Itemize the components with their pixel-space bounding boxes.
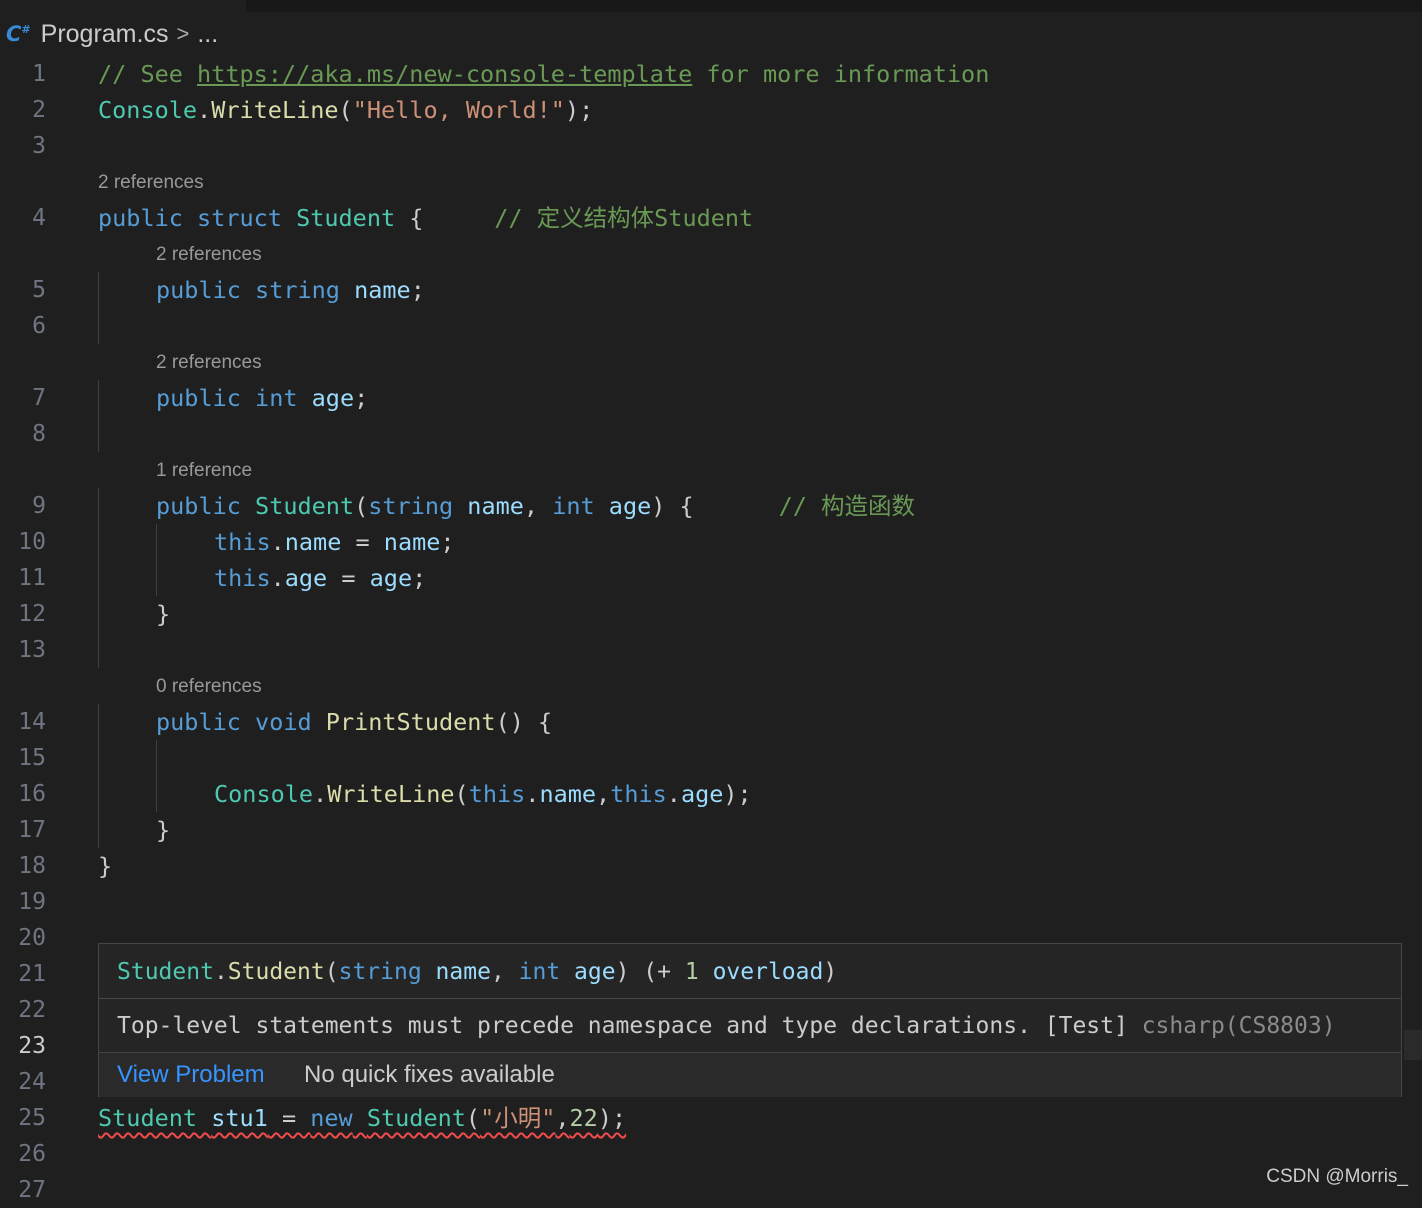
line-number: 26 <box>18 1141 46 1167</box>
comment: // 定义结构体Student <box>494 204 754 232</box>
line-number: 21 <box>18 961 46 987</box>
line-number: 15 <box>18 745 46 771</box>
code-line-25: Student stu1 = new Student("小明",22); <box>98 1100 626 1136</box>
code-line-16: Console.WriteLine(this.name,this.age); <box>214 780 752 808</box>
codelens-references[interactable]: 2 references <box>156 237 262 273</box>
token-type: Console <box>98 96 198 124</box>
code-line-11: this.age = age; <box>214 564 427 592</box>
line-number: 12 <box>18 601 46 627</box>
line-number: 10 <box>18 529 46 555</box>
indent-guide <box>98 380 99 452</box>
line-number: 7 <box>32 385 46 411</box>
code-line-4: public struct Student { // 定义结构体Student <box>98 204 754 232</box>
token-string: "Hello, World!" <box>352 96 565 124</box>
comment: // 构造函数 <box>778 492 916 520</box>
indent-guide <box>98 704 99 848</box>
line-number: 8 <box>32 421 46 447</box>
code-line-14: public void PrintStudent() { <box>156 708 553 736</box>
line-number: 27 <box>18 1177 46 1203</box>
line-number: 3 <box>32 133 46 159</box>
comment-link[interactable]: https://aka.ms/new-console-template <box>197 60 692 88</box>
hover-actions: View Problem No quick fixes available <box>99 1053 1401 1097</box>
breadcrumb: C# Program.cs > ... <box>0 16 1422 52</box>
editor-tab-strip <box>246 0 1422 12</box>
token-type: Student <box>296 204 396 232</box>
token-function: WriteLine <box>211 96 339 124</box>
code-line-18: } <box>98 852 113 880</box>
divider <box>99 998 1401 999</box>
token-variable: name <box>354 276 411 304</box>
code-line-2: Console.WriteLine("Hello, World!"); <box>98 96 594 124</box>
indent-guide <box>98 272 99 344</box>
error-squiggle[interactable]: Student stu1 = new Student("小明",22); <box>98 1104 626 1132</box>
line-number: 14 <box>18 709 46 735</box>
hover-signature: Student.Student(string name, int age) (+… <box>117 959 838 985</box>
token-punc: . <box>197 96 212 124</box>
hover-tooltip: Student.Student(string name, int age) (+… <box>98 943 1402 1097</box>
code-line-1: // See https://aka.ms/new-console-templa… <box>98 56 989 92</box>
breadcrumb-file[interactable]: Program.cs <box>41 20 169 49</box>
line-number: 13 <box>18 637 46 663</box>
line-number: 18 <box>18 853 46 879</box>
line-number: 19 <box>18 889 46 915</box>
code-line-10: this.name = name; <box>214 528 455 556</box>
watermark: CSDN @Morris_ <box>1266 1166 1408 1187</box>
line-number: 24 <box>18 1069 46 1095</box>
line-number: 22 <box>18 997 46 1023</box>
codelens-references[interactable]: 2 references <box>98 165 204 201</box>
indent-guide <box>156 740 157 812</box>
code-line-17: } <box>156 816 171 844</box>
token-keyword: public <box>98 204 183 232</box>
line-number: 5 <box>32 277 46 303</box>
current-line-highlight <box>1404 1030 1422 1060</box>
token-number: 22 <box>569 1104 598 1132</box>
line-number-current: 23 <box>18 1033 46 1059</box>
line-number: 6 <box>32 313 46 339</box>
codelens-references[interactable]: 2 references <box>156 345 262 381</box>
chevron-right-icon: > <box>176 21 190 46</box>
code-line-12: } <box>156 600 171 628</box>
indent-guide <box>156 524 157 596</box>
csharp-file-icon: C# <box>6 22 31 46</box>
line-number: 2 <box>32 97 46 123</box>
codelens-references[interactable]: 1 reference <box>156 453 252 489</box>
code-line-5: public string name; <box>156 276 425 304</box>
code-line-9: public Student(string name, int age) { /… <box>156 492 916 520</box>
line-number: 4 <box>32 205 46 231</box>
line-number: 17 <box>18 817 46 843</box>
line-number: 1 <box>32 61 46 87</box>
error-code: csharp(CS8803) <box>1141 1013 1336 1039</box>
token-keyword: struct <box>197 204 282 232</box>
line-number: 9 <box>32 493 46 519</box>
breadcrumb-more[interactable]: ... <box>197 20 218 49</box>
comment: for more information <box>692 60 990 88</box>
line-number: 11 <box>18 565 46 591</box>
line-number: 16 <box>18 781 46 807</box>
indent-guide <box>98 488 99 668</box>
codelens-references[interactable]: 0 references <box>156 669 262 705</box>
line-number: 25 <box>18 1105 46 1131</box>
no-quick-fixes-label: No quick fixes available <box>304 1061 555 1088</box>
code-line-7: public int age; <box>156 384 369 412</box>
view-problem-link[interactable]: View Problem <box>117 1061 265 1089</box>
line-number: 20 <box>18 925 46 951</box>
comment: // See <box>98 60 198 88</box>
hover-error-message: Top-level statements must precede namesp… <box>117 1013 1336 1039</box>
